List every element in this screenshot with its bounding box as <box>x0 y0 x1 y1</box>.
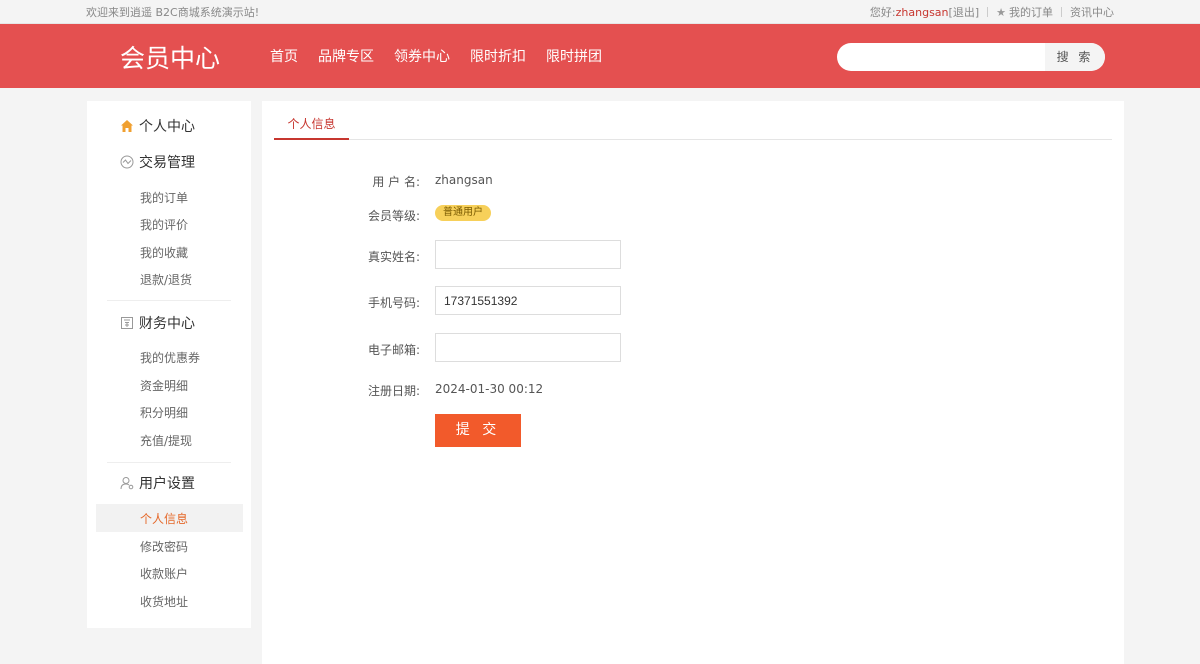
username-value: zhangsan <box>435 173 493 187</box>
sidebar-item-points-details[interactable]: 积分明细 <box>140 404 188 421</box>
phone-field[interactable] <box>435 286 621 315</box>
star-icon: ★ <box>996 5 1006 19</box>
search-box: 搜 索 <box>837 43 1105 71</box>
sidebar-item-my-coupons[interactable]: 我的优惠券 <box>140 349 200 366</box>
finance-icon <box>119 315 135 331</box>
divider <box>987 7 989 17</box>
register-date-value: 2024-01-30 00:12 <box>435 382 544 396</box>
sidebar-item-payment-account[interactable]: 收款账户 <box>140 565 188 582</box>
nav-group-buy[interactable]: 限时拼团 <box>546 46 602 66</box>
nav-coupon-center[interactable]: 领券中心 <box>394 46 450 66</box>
sidebar-section-label: 交易管理 <box>139 155 195 171</box>
home-icon <box>119 118 135 134</box>
sidebar-section-label: 个人中心 <box>139 119 195 135</box>
divider <box>1061 7 1062 17</box>
news-center-link[interactable]: 资讯中心 <box>1070 4 1114 20</box>
header: 会员中心 首页 品牌专区 领券中心 限时折扣 限时拼团 搜 索 <box>0 24 1200 88</box>
logo-title[interactable]: 会员中心 <box>120 39 220 75</box>
email-label: 电子邮箱: <box>367 343 420 357</box>
main-panel: 个人信息 用 户 名: zhangsan 会员等级: 普通用户 真实姓名: 手机… <box>262 101 1124 664</box>
member-level-badge: 普通用户 <box>435 205 491 221</box>
search-input[interactable] <box>837 43 1045 71</box>
sidebar-section-trade[interactable]: 交易管理 <box>119 152 195 172</box>
sidebar-divider <box>107 462 231 463</box>
sidebar-divider <box>107 300 231 301</box>
real-name-field[interactable] <box>435 240 621 269</box>
trade-icon <box>119 154 135 170</box>
sidebar-item-my-favorites[interactable]: 我的收藏 <box>140 244 188 261</box>
sidebar-item-recharge-withdraw[interactable]: 充值/提现 <box>140 432 192 449</box>
user-settings-icon <box>119 475 135 491</box>
sidebar-item-shipping-address[interactable]: 收货地址 <box>140 593 188 610</box>
real-name-label: 真实姓名: <box>367 250 420 264</box>
member-level-label: 会员等级: <box>367 209 420 223</box>
submit-button[interactable]: 提 交 <box>435 414 521 447</box>
sidebar-item-personal-info[interactable]: 个人信息 <box>140 510 188 527</box>
sidebar-section-finance[interactable]: 财务中心 <box>119 313 195 333</box>
username-label: 用 户 名: <box>372 175 420 189</box>
sidebar-item-my-orders[interactable]: 我的订单 <box>140 189 188 206</box>
sidebar-section-personal-center[interactable]: 个人中心 <box>119 116 195 136</box>
greeting-text: 您好: <box>869 6 896 19</box>
sidebar-section-label: 财务中心 <box>139 316 195 332</box>
nav-flash-discount[interactable]: 限时折扣 <box>470 46 526 66</box>
sidebar-item-change-password[interactable]: 修改密码 <box>140 538 188 555</box>
search-button[interactable]: 搜 索 <box>1045 43 1105 71</box>
welcome-text: 欢迎来到逍遥 B2C商城系统演示站! <box>86 6 260 19</box>
tab-personal-info[interactable]: 个人信息 <box>274 113 349 140</box>
sidebar-item-fund-details[interactable]: 资金明细 <box>140 377 188 394</box>
nav-home[interactable]: 首页 <box>270 46 298 66</box>
main-nav: 首页 品牌专区 领券中心 限时折扣 限时拼团 <box>270 46 602 66</box>
tab-bar: 个人信息 <box>274 113 1112 140</box>
nav-brand-zone[interactable]: 品牌专区 <box>318 46 374 66</box>
email-field[interactable] <box>435 333 621 362</box>
sidebar-item-refunds[interactable]: 退款/退货 <box>140 271 192 288</box>
sidebar: 个人中心 交易管理 我的订单 我的评价 我的收藏 退款/退货 财务中心 我的优惠… <box>87 101 251 628</box>
username-link[interactable]: zhangsan <box>896 6 949 19</box>
sidebar-section-label: 用户设置 <box>139 476 195 492</box>
sidebar-item-my-reviews[interactable]: 我的评价 <box>140 216 188 233</box>
register-date-label: 注册日期: <box>367 384 420 398</box>
top-bar: 欢迎来到逍遥 B2C商城系统演示站! 您好: zhangsan [退出] ★ 我… <box>0 0 1200 24</box>
logout-link[interactable]: [退出] <box>949 4 980 20</box>
sidebar-section-user-settings[interactable]: 用户设置 <box>119 473 195 493</box>
my-orders-link[interactable]: 我的订单 <box>1009 4 1053 20</box>
top-bar-links: 您好: zhangsan [退出] ★ 我的订单 资讯中心 <box>870 4 1114 20</box>
phone-label: 手机号码: <box>367 296 420 310</box>
